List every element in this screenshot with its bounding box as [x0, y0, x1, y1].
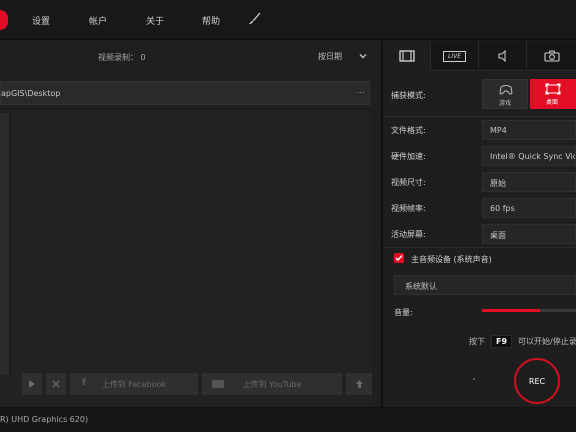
gpu-info: R) UHD Graphics 620)	[0, 415, 89, 424]
hw-accel-select[interactable]: Intel® Quick Sync Video	[482, 146, 576, 166]
gamepad-icon	[499, 85, 513, 95]
delete-button[interactable]	[46, 373, 66, 395]
audio-device-label: 主音频设备 (系统声音)	[411, 255, 492, 264]
recordings-panel: 视频录制： 0 按日期 apGIS\Desktop ... f 上传到 Face…	[0, 41, 381, 407]
tab-live[interactable]: LIVE	[431, 41, 479, 71]
close-icon	[52, 380, 60, 388]
upload-youtube-button[interactable]: 上传到 YouTube	[202, 373, 342, 395]
video-size-label: 视频尺寸:	[391, 178, 426, 187]
menu-help[interactable]: 帮助	[202, 14, 220, 27]
film-icon	[398, 50, 415, 62]
upload-facebook-label: 上传到 Facebook	[101, 379, 167, 389]
speaker-icon	[498, 50, 505, 62]
thumbnail-strip[interactable]	[0, 113, 10, 375]
hotkey-key: F9	[491, 334, 513, 348]
video-size-select[interactable]: 原始	[482, 172, 576, 192]
brush-icon[interactable]	[248, 12, 262, 26]
capture-mode-label: 捕获模式:	[391, 91, 426, 100]
output-path-field[interactable]: apGIS\Desktop ...	[0, 81, 370, 105]
tab-screenshot[interactable]	[527, 41, 576, 71]
youtube-icon	[212, 380, 224, 388]
hw-accel-label: 硬件加速:	[391, 152, 426, 161]
browse-button[interactable]: ...	[357, 86, 365, 95]
volume-fill	[482, 309, 541, 312]
section-divider	[383, 116, 576, 117]
section-divider	[383, 247, 576, 248]
capture-game-button[interactable]: 游戏	[482, 79, 528, 109]
capture-game-label: 游戏	[499, 100, 512, 107]
path-text: apGIS\Desktop	[1, 89, 61, 98]
file-format-select[interactable]: MP4	[482, 120, 576, 140]
menu-account[interactable]: 帐户	[89, 14, 107, 27]
desktop-capture-icon	[545, 83, 561, 95]
upload-youtube-label: 上传到 YouTube	[242, 379, 302, 389]
preview-area: f 上传到 Facebook 上传到 YouTube	[0, 113, 372, 403]
upload-icon	[355, 380, 363, 388]
frame-rate-label: 视频帧率:	[391, 204, 426, 213]
upload-facebook-button[interactable]: f 上传到 Facebook	[70, 373, 198, 395]
indicator-dot	[473, 378, 475, 380]
sort-dropdown[interactable]: 按日期	[318, 51, 342, 62]
recordings-header: 视频录制： 0 按日期	[0, 41, 381, 71]
capture-desktop-button[interactable]: 桌面	[530, 79, 576, 109]
capture-desktop-label: 桌面	[546, 99, 559, 106]
play-button[interactable]	[22, 373, 42, 395]
upload-button[interactable]	[346, 373, 372, 395]
hotkey-suffix: 可以开始/停止录	[518, 336, 576, 346]
action-bar: f 上传到 Facebook 上传到 YouTube	[18, 373, 372, 397]
menu-about[interactable]: 关于	[146, 14, 164, 27]
volume-slider[interactable]	[482, 309, 576, 312]
audio-device-select[interactable]: 系统默认	[394, 275, 576, 295]
facebook-icon: f	[82, 378, 86, 388]
active-screen-select[interactable]: 桌面	[482, 224, 576, 244]
menu-settings[interactable]: 设置	[32, 14, 50, 27]
status-bar: R) UHD Graphics 620)	[0, 407, 576, 432]
frame-rate-select[interactable]: 60 fps	[482, 198, 576, 218]
hotkey-prefix: 按下	[469, 336, 485, 346]
active-screen-label: 活动屏幕:	[391, 230, 426, 239]
settings-panel: LIVE 捕获模式: 游戏 桌面 文件格式: MP4 硬件加速: Intel® …	[383, 41, 576, 407]
play-icon	[29, 380, 35, 388]
recording-count: 视频录制： 0	[98, 53, 146, 62]
file-format-label: 文件格式:	[391, 126, 426, 135]
chevron-down-icon[interactable]	[358, 51, 368, 61]
camera-icon	[543, 50, 560, 62]
hotkey-hint: 按下 F9 可以开始/停止录	[469, 334, 576, 348]
tab-audio[interactable]	[479, 41, 527, 71]
mode-tabs: LIVE	[383, 41, 576, 71]
app-logo	[0, 10, 8, 30]
checkmark-icon	[395, 255, 403, 262]
audio-checkbox[interactable]	[394, 253, 404, 263]
rec-button[interactable]: REC	[514, 358, 560, 404]
rec-label: REC	[528, 376, 546, 386]
top-menu-bar: 设置 帐户 关于 帮助	[0, 0, 576, 40]
live-icon: LIVE	[442, 50, 466, 62]
tab-video[interactable]	[383, 41, 431, 71]
volume-label: 音量:	[394, 308, 413, 317]
